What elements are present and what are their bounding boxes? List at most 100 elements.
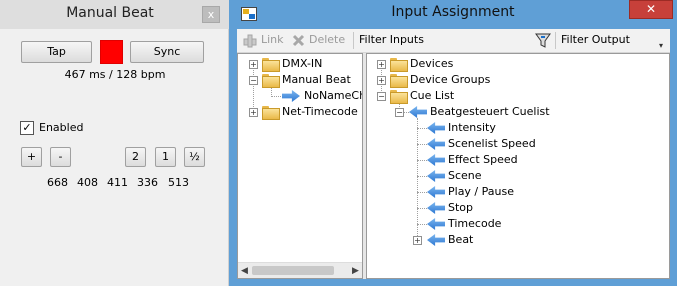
enabled-label: Enabled [39, 121, 84, 134]
tree-item-input[interactable]: Intensity [367, 120, 669, 136]
manual-beat-titlebar: Manual Beat x [0, 0, 229, 29]
tree-item-label: Scenelist Speed [448, 137, 536, 150]
interval-value: 513 [168, 176, 189, 189]
tree-item-label: Intensity [448, 121, 496, 134]
folder-icon [390, 74, 408, 88]
tree-item-cuelist[interactable]: − Beatgesteuert Cuelist [367, 104, 669, 120]
expand-icon[interactable]: + [249, 108, 258, 117]
tree-line [417, 224, 427, 225]
tree-item-label: DMX-IN [282, 57, 323, 70]
tree-line [417, 192, 427, 193]
tree-item-label: Cue List [410, 89, 455, 102]
inputs-tree[interactable]: + DMX-IN − Manual Beat NoNameCh + Net-Ti… [237, 53, 363, 279]
expand-icon[interactable]: + [249, 60, 258, 69]
toolbar-separator [555, 32, 556, 49]
input-arrow-icon [427, 122, 445, 134]
tree-line [417, 176, 427, 177]
tree-item-input[interactable]: Play / Pause [367, 184, 669, 200]
double-button[interactable]: 2 [125, 147, 146, 167]
one-button[interactable]: 1 [155, 147, 176, 167]
delete-icon [292, 34, 305, 47]
collapse-icon[interactable]: − [249, 76, 258, 85]
tap-button[interactable]: Tap [21, 41, 92, 63]
scroll-thumb[interactable] [252, 266, 334, 275]
enabled-checkbox[interactable]: ✓ [20, 121, 34, 135]
tree-line [417, 160, 427, 161]
tree-item-input[interactable]: Stop [367, 200, 669, 216]
manual-beat-title: Manual Beat [66, 5, 154, 21]
tree-item-device-groups[interactable]: + Device Groups [367, 72, 669, 88]
filter-inputs-button[interactable]: Filter Inputs [359, 33, 424, 46]
tree-item-net-timecode[interactable]: + Net-Timecode [238, 104, 362, 120]
tree-item-input[interactable]: + Beat [367, 232, 669, 248]
input-arrow-icon [409, 106, 427, 118]
tree-item-input[interactable]: Scenelist Speed [367, 136, 669, 152]
interval-value: 336 [137, 176, 158, 189]
interval-value: 408 [77, 176, 98, 189]
input-assignment-window: Input Assignment ✕ Link Delete Filter In… [229, 0, 677, 286]
tree-line [417, 144, 427, 145]
scroll-right-icon[interactable]: ▶ [352, 266, 359, 276]
tree-item-input[interactable]: Scene [367, 168, 669, 184]
interval-value: 668 [47, 176, 68, 189]
scroll-left-icon[interactable]: ◀ [241, 266, 248, 276]
input-arrow-icon [427, 186, 445, 198]
tree-item-label: Play / Pause [448, 185, 514, 198]
input-arrow-icon [427, 138, 445, 150]
input-arrow-icon [427, 234, 445, 246]
tree-item-manual-beat[interactable]: − Manual Beat [238, 72, 362, 88]
toolbar: Link Delete Filter Inputs Filter Output … [237, 29, 670, 53]
link-button[interactable]: Link [261, 33, 284, 46]
collapse-icon[interactable]: − [377, 92, 386, 101]
delete-button[interactable]: Delete [309, 33, 345, 46]
tree-item-label: Manual Beat [282, 73, 351, 86]
window-close-button[interactable]: ✕ [629, 0, 673, 19]
sync-button[interactable]: Sync [130, 41, 204, 63]
window-title: Input Assignment [391, 4, 515, 20]
tree-item-cue-list[interactable]: − Cue List [367, 88, 669, 104]
tree-item-label: Device Groups [410, 73, 491, 86]
window-frame [237, 279, 670, 286]
tree-item-label: Scene [448, 169, 482, 182]
input-arrow-icon [282, 90, 300, 102]
link-icon [243, 34, 257, 48]
folder-icon [390, 58, 408, 72]
tree-line [417, 208, 427, 209]
funnel-icon [535, 33, 551, 48]
toolbar-separator [353, 32, 354, 49]
folder-icon [390, 90, 408, 104]
beat-indicator [100, 40, 123, 64]
tree-line [417, 128, 427, 129]
interval-value: 411 [107, 176, 128, 189]
tree-item-label: NoNameCh [304, 89, 363, 102]
tree-item-label: Beat [448, 233, 474, 246]
decrease-button[interactable]: - [50, 147, 71, 167]
folder-icon [262, 74, 280, 88]
manual-beat-panel: Manual Beat x Tap Sync 467 ms / 128 bpm … [0, 0, 229, 286]
increase-button[interactable]: + [21, 147, 42, 167]
input-arrow-icon [427, 170, 445, 182]
filter-output-button[interactable]: Filter Output [561, 33, 630, 46]
folder-icon [262, 106, 280, 120]
expand-icon[interactable]: + [377, 76, 386, 85]
expand-icon[interactable]: + [413, 236, 422, 245]
outputs-tree[interactable]: + Devices + Device Groups − Cue List − B… [366, 53, 670, 279]
tree-item-label: Net-Timecode [282, 105, 358, 118]
tree-item-label: Timecode [448, 217, 502, 230]
tree-item-nonamech[interactable]: NoNameCh [238, 88, 362, 104]
collapse-icon[interactable]: − [395, 108, 404, 117]
close-button[interactable]: x [202, 6, 220, 23]
input-arrow-icon [427, 218, 445, 230]
horizontal-scrollbar[interactable]: ◀ ▶ [238, 262, 362, 278]
half-button[interactable]: ½ [184, 147, 205, 167]
input-arrow-icon [427, 154, 445, 166]
tree-item-devices[interactable]: + Devices [367, 56, 669, 72]
tree-item-dmx-in[interactable]: + DMX-IN [238, 56, 362, 72]
expand-icon[interactable]: + [377, 60, 386, 69]
folder-icon [262, 58, 280, 72]
tree-item-input[interactable]: Timecode [367, 216, 669, 232]
toolbar-overflow-icon[interactable]: ▾ [659, 42, 668, 50]
tree-item-label: Devices [410, 57, 454, 70]
tree-item-input[interactable]: Effect Speed [367, 152, 669, 168]
tree-item-label: Beatgesteuert Cuelist [430, 105, 550, 118]
